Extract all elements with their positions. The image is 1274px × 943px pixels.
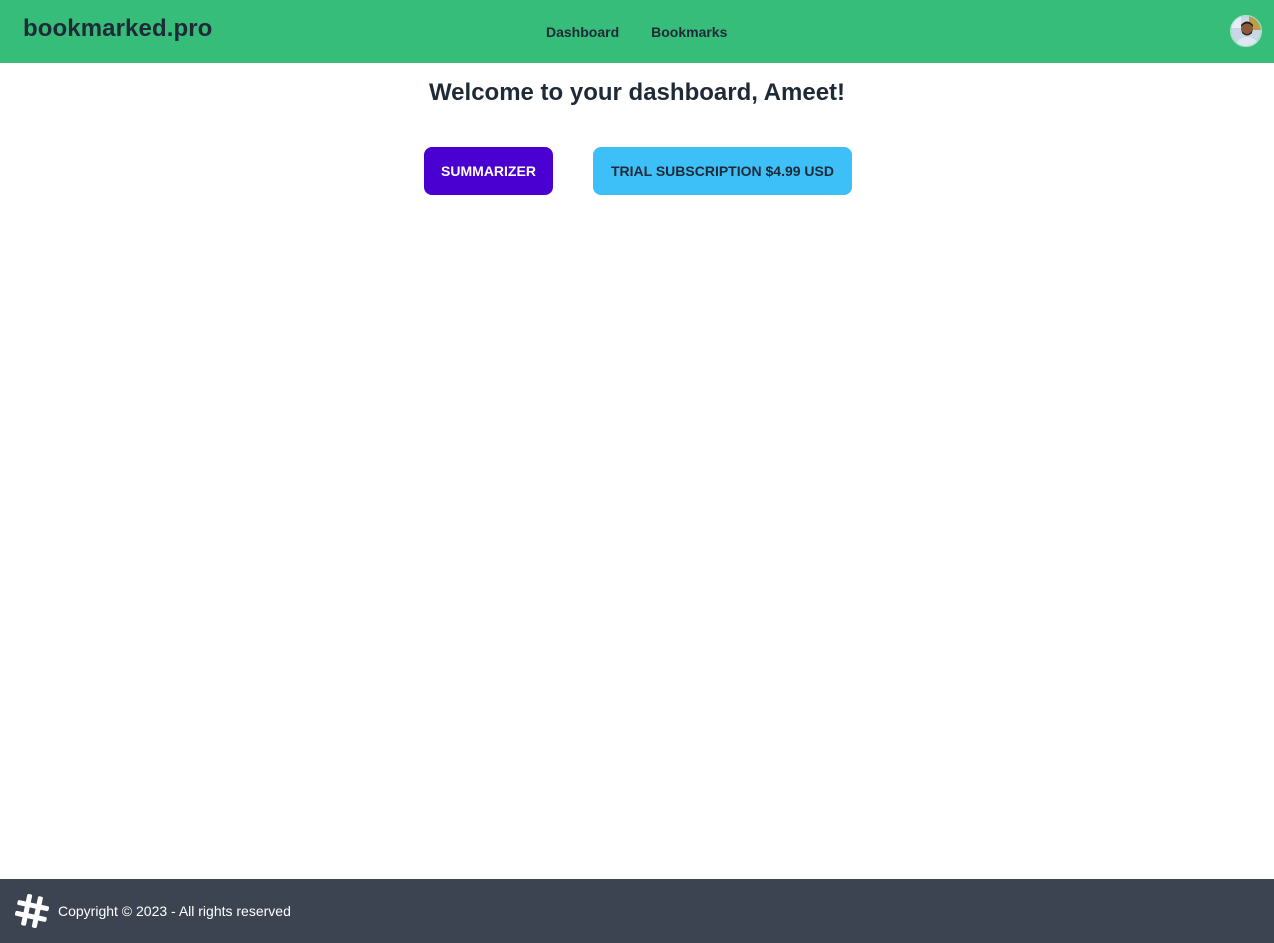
- hash-logo-icon: [14, 893, 50, 929]
- nav-link-bookmarks[interactable]: Bookmarks: [635, 16, 743, 48]
- welcome-heading: Welcome to your dashboard, Ameet!: [428, 79, 846, 106]
- user-avatar[interactable]: [1230, 15, 1262, 47]
- top-navbar: bookmarked.pro Dashboard Bookmarks: [0, 0, 1274, 63]
- brand-logo-link[interactable]: bookmarked.pro: [23, 15, 212, 43]
- trial-subscription-button[interactable]: TRIAL SUBSCRIPTION $4.99 USD: [593, 147, 852, 195]
- summarizer-button[interactable]: SUMMARIZER: [424, 147, 553, 195]
- footer: Copyright © 2023 - All rights reserved: [0, 879, 1274, 943]
- copyright-text: Copyright © 2023 - All rights reserved: [58, 903, 291, 919]
- page: bookmarked.pro Dashboard Bookmarks Welco…: [0, 0, 1274, 943]
- nav-link-dashboard[interactable]: Dashboard: [530, 16, 635, 48]
- avatar-image: [1231, 16, 1261, 46]
- main-nav: Dashboard Bookmarks: [530, 0, 743, 63]
